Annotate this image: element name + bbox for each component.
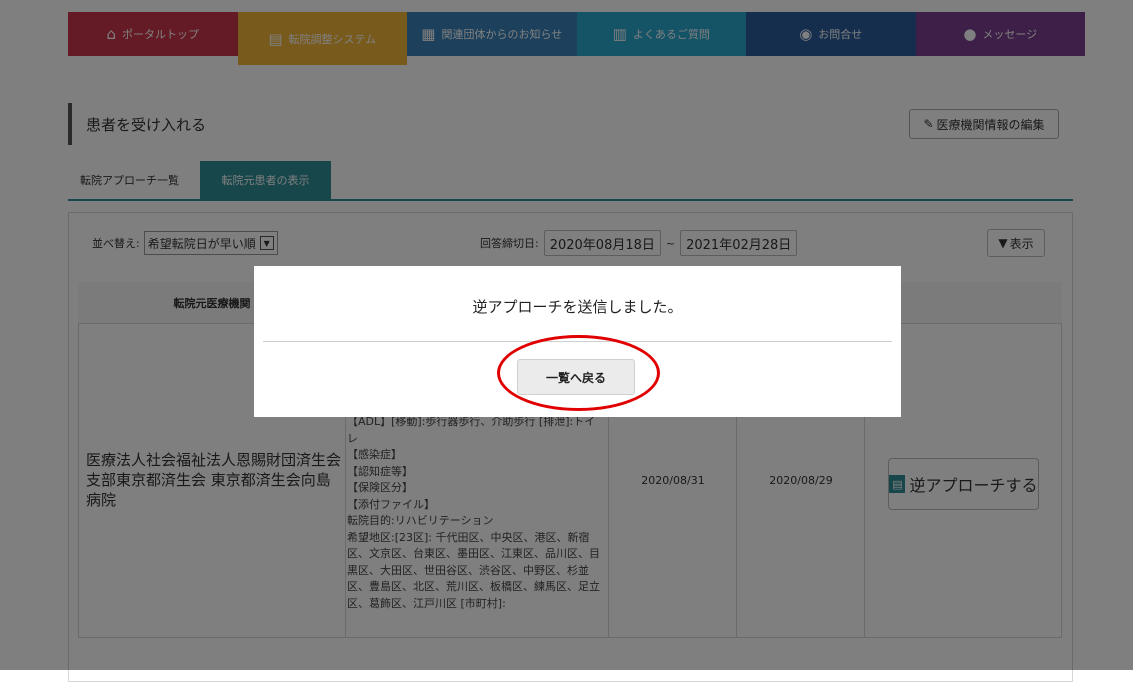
dialog-divider bbox=[263, 341, 892, 342]
dialog-message: 逆アプローチを送信しました。 bbox=[472, 298, 683, 316]
back-to-list-button[interactable]: 一覧へ戻る bbox=[517, 359, 635, 395]
confirmation-dialog: 逆アプローチを送信しました。 一覧へ戻る bbox=[254, 266, 901, 417]
